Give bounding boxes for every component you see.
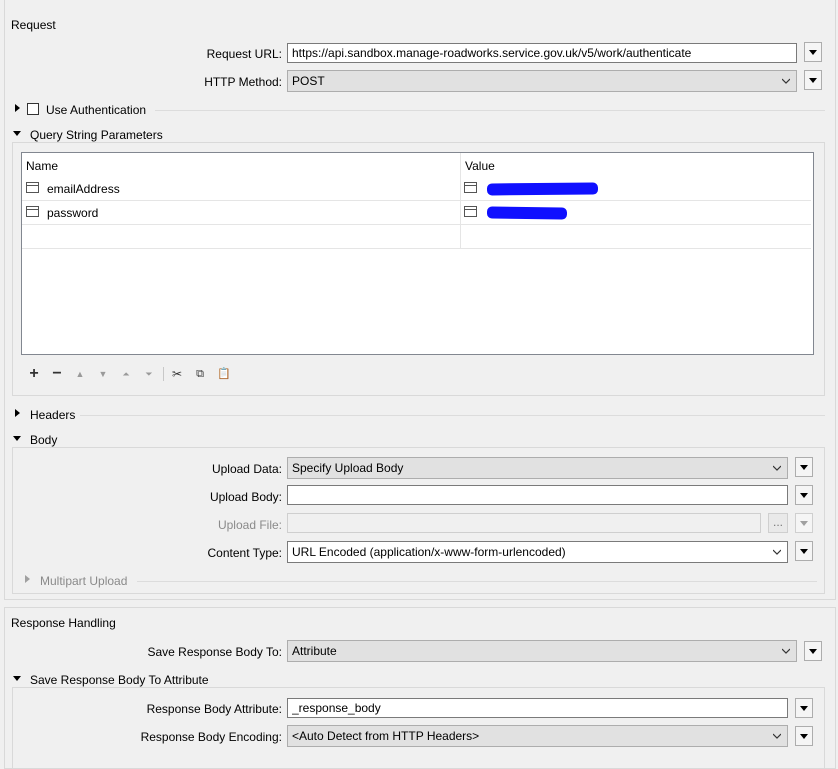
multipart-upload-label: Multipart Upload xyxy=(40,574,128,588)
collapse-body-icon[interactable] xyxy=(13,436,21,441)
paste-icon[interactable]: 📋 xyxy=(216,366,232,382)
response-body-encoding-select[interactable]: <Auto Detect from HTTP Headers> xyxy=(287,725,788,747)
expand-headers-icon[interactable] xyxy=(15,409,20,417)
column-header-value[interactable]: Value xyxy=(465,159,495,173)
expand-use-authentication-icon[interactable] xyxy=(15,104,20,112)
upload-file-label: Upload File: xyxy=(217,518,282,532)
multipart-divider xyxy=(137,581,817,582)
chevron-down-icon xyxy=(773,549,781,555)
use-authentication-label: Use Authentication xyxy=(46,103,147,117)
http-method-select[interactable]: POST xyxy=(287,70,797,92)
move-up-icon[interactable]: ▲ xyxy=(72,366,88,382)
column-header-name[interactable]: Name xyxy=(26,159,58,173)
upload-body-input[interactable] xyxy=(287,485,788,505)
use-authentication-divider xyxy=(155,110,825,111)
response-body-attribute-input[interactable] xyxy=(287,698,788,718)
upload-body-menu-button[interactable] xyxy=(795,485,813,505)
collapse-query-string-icon[interactable] xyxy=(13,131,21,136)
row-type-icon[interactable] xyxy=(26,206,39,217)
request-url-label: Request URL: xyxy=(206,47,282,61)
request-url-input[interactable] xyxy=(287,43,797,63)
chevron-down-icon xyxy=(782,78,790,84)
save-attribute-section-label[interactable]: Save Response Body To Attribute xyxy=(30,673,209,687)
expand-multipart-icon xyxy=(25,575,30,583)
response-body-encoding-menu-button[interactable] xyxy=(795,726,813,746)
use-authentication-checkbox[interactable] xyxy=(27,103,39,115)
content-type-select[interactable]: URL Encoded (application/x-www-form-urle… xyxy=(287,541,788,563)
http-method-menu-button[interactable] xyxy=(804,70,822,90)
body-label[interactable]: Body xyxy=(30,433,57,447)
http-method-label: HTTP Method: xyxy=(204,75,282,89)
move-to-top-icon[interactable]: ⏶ xyxy=(118,366,134,382)
upload-data-menu-button[interactable] xyxy=(795,457,813,477)
response-handling-label: Response Handling xyxy=(11,616,116,630)
cut-icon[interactable]: ✂ xyxy=(169,366,185,382)
content-type-value: URL Encoded (application/x-www-form-urle… xyxy=(292,545,566,559)
upload-data-value: Specify Upload Body xyxy=(292,461,404,475)
content-type-label: Content Type: xyxy=(207,546,283,560)
add-row-icon[interactable]: + xyxy=(26,366,42,382)
request-url-menu-button[interactable] xyxy=(804,42,822,62)
upload-file-input xyxy=(287,513,761,533)
query-string-label: Query String Parameters xyxy=(30,128,163,142)
response-body-encoding-label: Response Body Encoding: xyxy=(140,730,282,744)
param-name-email[interactable]: emailAddress xyxy=(47,182,120,196)
response-body-encoding-value: <Auto Detect from HTTP Headers> xyxy=(292,729,480,743)
query-parameters-table[interactable]: Name Value emailAddress password xyxy=(21,152,814,355)
http-method-value: POST xyxy=(292,74,325,88)
headers-divider xyxy=(80,415,825,416)
upload-body-label: Upload Body: xyxy=(209,490,282,504)
redacted-value[interactable] xyxy=(486,182,599,196)
request-section-label: Request xyxy=(11,18,56,32)
upload-data-select[interactable]: Specify Upload Body xyxy=(287,457,788,479)
upload-data-label: Upload Data: xyxy=(211,462,282,476)
upload-file-menu-button xyxy=(795,513,813,533)
save-response-body-to-menu-button[interactable] xyxy=(804,641,822,661)
save-response-body-to-value: Attribute xyxy=(292,644,337,658)
content-type-menu-button[interactable] xyxy=(795,541,813,561)
response-body-attribute-menu-button[interactable] xyxy=(795,698,813,718)
table-row-divider xyxy=(22,224,811,225)
param-name-password[interactable]: password xyxy=(47,206,98,220)
move-to-bottom-icon[interactable]: ⏷ xyxy=(141,366,157,382)
response-body-attribute-label: Response Body Attribute: xyxy=(146,702,282,716)
remove-row-icon[interactable]: − xyxy=(49,366,65,382)
headers-label[interactable]: Headers xyxy=(30,408,75,422)
browse-file-button: ... xyxy=(768,513,788,533)
row-value-type-icon[interactable] xyxy=(464,182,477,193)
collapse-save-attribute-icon[interactable] xyxy=(13,676,21,681)
copy-icon[interactable]: ⧉ xyxy=(192,366,208,382)
move-down-icon[interactable]: ▼ xyxy=(95,366,111,382)
save-response-body-to-select[interactable]: Attribute xyxy=(287,640,797,662)
chevron-down-icon xyxy=(773,465,781,471)
row-type-icon[interactable] xyxy=(26,182,39,193)
save-response-body-to-label: Save Response Body To: xyxy=(147,645,282,659)
table-row-divider xyxy=(22,248,811,249)
redacted-value[interactable] xyxy=(486,206,568,220)
row-value-type-icon[interactable] xyxy=(464,206,477,217)
chevron-down-icon xyxy=(782,648,790,654)
table-row-divider xyxy=(22,200,811,201)
chevron-down-icon xyxy=(773,733,781,739)
toolbar-separator xyxy=(163,367,164,381)
